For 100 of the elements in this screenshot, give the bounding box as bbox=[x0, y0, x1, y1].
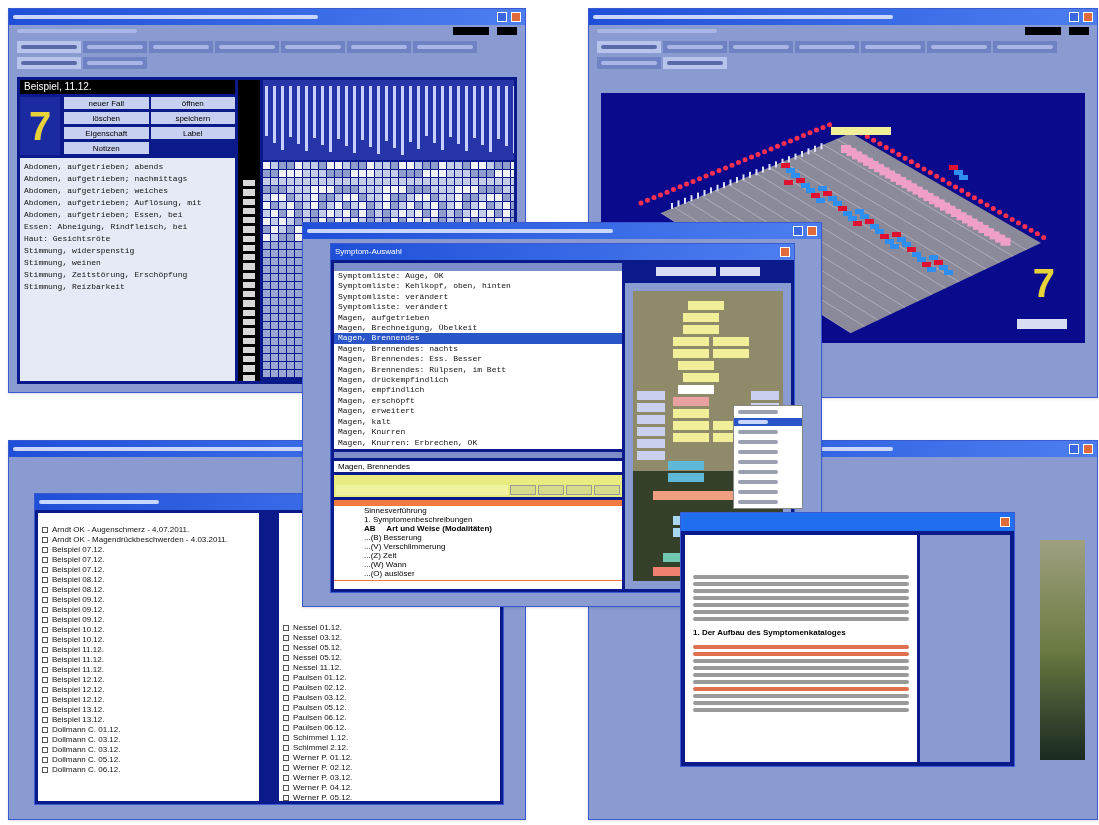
symptom-input[interactable]: Magen, Brennendes bbox=[334, 461, 622, 472]
case-button[interactable]: löschen bbox=[64, 112, 149, 124]
checkbox[interactable] bbox=[283, 654, 289, 661]
checkbox[interactable] bbox=[42, 756, 48, 763]
symptom-row[interactable]: Magen, Brennendes bbox=[334, 333, 622, 344]
checkbox[interactable] bbox=[42, 676, 48, 683]
checkbox[interactable] bbox=[42, 716, 48, 723]
rubric-row[interactable]: Haut: Gesichtsröte bbox=[20, 234, 235, 244]
checkbox[interactable] bbox=[283, 724, 289, 731]
checkbox[interactable] bbox=[42, 686, 48, 693]
checkbox[interactable] bbox=[42, 566, 48, 573]
case-entry[interactable]: Paulsen 02.12. bbox=[293, 683, 347, 692]
case-button[interactable]: öffnen bbox=[150, 97, 235, 109]
case-entry[interactable]: Nessel 01.12. bbox=[293, 623, 342, 632]
checkbox[interactable] bbox=[42, 666, 48, 673]
tab[interactable] bbox=[17, 57, 81, 69]
checkbox[interactable] bbox=[42, 736, 48, 743]
checkbox[interactable] bbox=[283, 684, 289, 691]
checkbox[interactable] bbox=[283, 644, 289, 651]
symptom-row[interactable]: Magen, drückempfindlich bbox=[334, 375, 622, 386]
case-entry[interactable]: Werner P. 01.12. bbox=[293, 753, 353, 762]
checkbox[interactable] bbox=[283, 704, 289, 711]
symptom-row[interactable]: Symptomliste: Auge, OK bbox=[334, 271, 622, 282]
case-entry[interactable]: Beispiel 11.12. bbox=[52, 665, 104, 674]
tab[interactable] bbox=[597, 41, 661, 53]
symptom-row[interactable]: Symptomliste: verändert bbox=[334, 291, 622, 303]
symptom-row[interactable]: Magen, Knurren: Erbrechen, OK bbox=[334, 437, 622, 448]
checkbox[interactable] bbox=[283, 784, 289, 791]
checkbox[interactable] bbox=[42, 656, 48, 663]
case-entry[interactable]: Beispiel 08.12. bbox=[52, 585, 105, 594]
checkbox[interactable] bbox=[283, 734, 289, 741]
case-entry[interactable]: Beispiel 09.12. bbox=[52, 605, 105, 614]
case-button[interactable]: speichern bbox=[150, 112, 235, 124]
checkbox[interactable] bbox=[283, 764, 289, 771]
case-entry[interactable]: Beispiel 13.12. bbox=[52, 715, 105, 724]
checkbox[interactable] bbox=[42, 636, 48, 643]
checkbox[interactable] bbox=[42, 606, 48, 613]
symptom-row[interactable]: Magen, Brennendes: Ess. Besser bbox=[334, 354, 622, 365]
symptom-row[interactable]: Symptomliste: verändert bbox=[334, 302, 622, 313]
case-entry[interactable]: Arndt OK - Magendrückbeschwerden - 4.03.2011. bbox=[52, 535, 228, 544]
symptom-row[interactable]: Magen, kalt bbox=[334, 416, 622, 428]
case-entry[interactable]: Werner P. 04.12. bbox=[293, 783, 353, 792]
rubric-row[interactable]: Abdomen, aufgetrieben; nachmittags bbox=[20, 174, 235, 184]
checkbox[interactable] bbox=[42, 546, 48, 553]
checkbox[interactable] bbox=[283, 774, 289, 781]
menu-item[interactable] bbox=[734, 418, 802, 426]
case-entry[interactable]: Paulsen 05.12. bbox=[293, 703, 347, 712]
case-button[interactable]: Notizen bbox=[64, 142, 149, 154]
case-entry[interactable]: Dollmann C. 03.12. bbox=[52, 745, 121, 754]
case-entry[interactable]: Dollmann C. 05.12. bbox=[52, 755, 121, 764]
symptom-row[interactable]: Magen, Brennendes: Rülpsen, im Bett bbox=[334, 364, 622, 376]
case-entry[interactable]: Paulsen 01.12. bbox=[293, 673, 347, 682]
rubric-row[interactable]: Abdomen, aufgetrieben; weiches bbox=[20, 186, 235, 196]
symptom-row[interactable]: Magen, Knurren bbox=[334, 427, 622, 438]
checkbox[interactable] bbox=[42, 706, 48, 713]
checkbox[interactable] bbox=[42, 766, 48, 773]
checkbox[interactable] bbox=[42, 586, 48, 593]
minimize-button[interactable] bbox=[497, 12, 507, 22]
checkbox[interactable] bbox=[42, 556, 48, 563]
checkbox[interactable] bbox=[283, 624, 289, 631]
symptom-row[interactable]: Symptomliste: Kehlkopf, oben, hinten bbox=[334, 281, 622, 292]
minimize-button[interactable] bbox=[793, 226, 803, 236]
case-entry[interactable]: Werner P. 02.12. bbox=[293, 763, 353, 772]
case-entry[interactable]: Nessel 05.12. bbox=[293, 653, 342, 662]
case-entry[interactable]: Nessel 11.12. bbox=[293, 663, 342, 672]
case-entry[interactable]: Beispiel 08.12. bbox=[52, 575, 105, 584]
symptom-row[interactable]: Magen, empfindlich bbox=[334, 385, 622, 396]
checkbox[interactable] bbox=[42, 526, 48, 533]
case-button[interactable]: Eigenschaft bbox=[64, 127, 149, 139]
case-entry[interactable]: Schimmel 1.12. bbox=[293, 733, 349, 742]
checkbox[interactable] bbox=[283, 794, 289, 801]
rubric-row[interactable]: Stimmung, Reizbarkeit bbox=[20, 282, 235, 292]
close-button[interactable] bbox=[1083, 12, 1093, 22]
checkbox[interactable] bbox=[283, 694, 289, 701]
checkbox[interactable] bbox=[283, 754, 289, 761]
symptom-row[interactable]: Magen, erschöpft bbox=[334, 395, 622, 407]
checkbox[interactable] bbox=[42, 576, 48, 583]
case-entry[interactable]: Beispiel 09.12. bbox=[52, 595, 105, 604]
checkbox[interactable] bbox=[283, 634, 289, 641]
case-entry[interactable]: Dollmann C. 06.12. bbox=[52, 765, 121, 774]
close-button[interactable] bbox=[807, 226, 817, 236]
checkbox[interactable] bbox=[283, 744, 289, 751]
checkbox[interactable] bbox=[42, 616, 48, 623]
case-entry[interactable]: Beispiel 07.12. bbox=[52, 545, 105, 554]
case-entry[interactable]: Nessel 05.12. bbox=[293, 643, 342, 652]
case-entry[interactable]: Dollmann C. 03.12. bbox=[52, 735, 121, 744]
case-entry[interactable]: Paulsen 06.12. bbox=[293, 723, 347, 732]
close-button[interactable] bbox=[511, 12, 521, 22]
case-entry[interactable]: Schimmel 2.12. bbox=[293, 743, 349, 752]
case-button[interactable]: neuer Fall bbox=[64, 97, 149, 109]
case-button[interactable]: Label bbox=[150, 127, 235, 139]
rubric-row[interactable]: Abdomen, aufgetrieben; abends bbox=[20, 162, 235, 172]
rubric-row[interactable]: Abdomen, aufgetrieben; Essen, bei bbox=[20, 210, 235, 220]
close-button[interactable] bbox=[780, 247, 790, 257]
case-entry[interactable]: Werner P. 05.12. bbox=[293, 793, 353, 801]
checkbox[interactable] bbox=[42, 696, 48, 703]
checkbox[interactable] bbox=[42, 596, 48, 603]
case-entry[interactable]: Paulsen 03.12. bbox=[293, 693, 347, 702]
tab[interactable] bbox=[17, 41, 81, 53]
tab[interactable] bbox=[663, 57, 727, 69]
